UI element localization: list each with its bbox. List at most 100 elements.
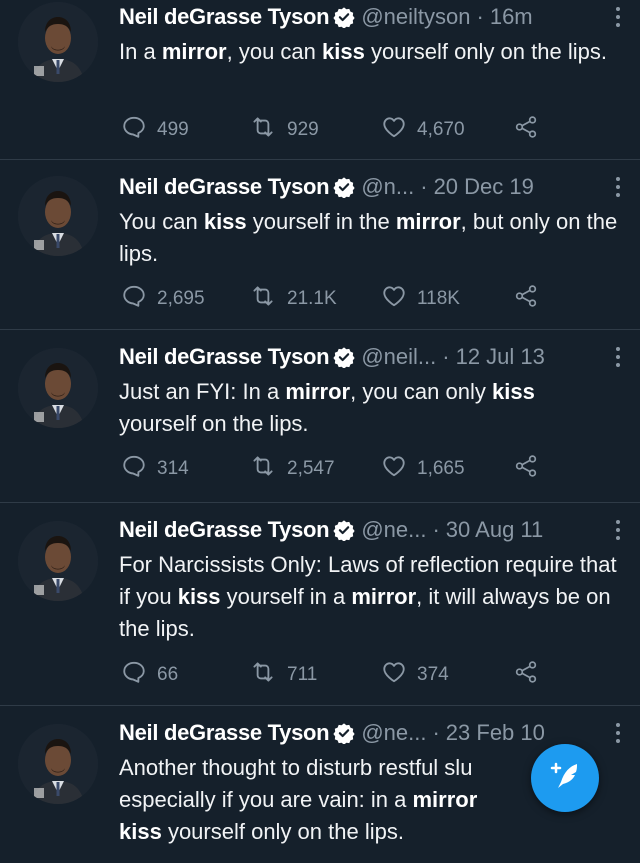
- verified-badge-icon: [333, 519, 355, 541]
- verified-badge-icon: [333, 722, 355, 744]
- tweet-timestamp[interactable]: 30 Aug 11: [446, 517, 543, 543]
- more-vertical-icon[interactable]: [608, 4, 628, 30]
- tweet[interactable]: Neil deGrasse Tyson @ne... · 30 Aug 11 F…: [0, 503, 640, 706]
- tweet-text-run: In a: [119, 39, 162, 64]
- like-button[interactable]: 1,665: [381, 453, 465, 485]
- avatar[interactable]: [18, 348, 98, 428]
- tweet-text-bold: mirror: [395, 209, 461, 234]
- avatar[interactable]: [18, 724, 98, 804]
- author-name[interactable]: Neil deGrasse Tyson: [119, 4, 330, 30]
- more-vertical-icon[interactable]: [608, 720, 628, 746]
- reply-button[interactable]: 499: [121, 114, 189, 146]
- author-handle[interactable]: @ne...: [361, 517, 426, 543]
- compose-tweet-button[interactable]: [531, 744, 599, 812]
- reply-icon: [121, 114, 157, 146]
- avatar[interactable]: [18, 176, 98, 256]
- tweet[interactable]: Neil deGrasse Tyson @neil... · 12 Jul 13…: [0, 330, 640, 503]
- share-button[interactable]: [512, 114, 550, 146]
- separator-dot: ·: [420, 174, 428, 199]
- author-name[interactable]: Neil deGrasse Tyson: [119, 720, 330, 746]
- author-handle[interactable]: @ne...: [361, 720, 426, 746]
- retweet-icon: [249, 283, 287, 315]
- retweet-button[interactable]: 2,547: [249, 453, 335, 485]
- like-count: 1,665: [417, 458, 465, 479]
- retweet-count: 711: [287, 664, 318, 685]
- verified-badge-icon: [333, 6, 355, 28]
- tweet[interactable]: Neil deGrasse Tyson @n... · 20 Dec 19 Yo…: [0, 160, 640, 330]
- author-name[interactable]: Neil deGrasse Tyson: [119, 344, 330, 370]
- heart-icon: [381, 453, 417, 485]
- share-icon: [512, 659, 550, 691]
- share-button[interactable]: [512, 659, 550, 691]
- author-handle[interactable]: @n...: [361, 174, 414, 200]
- tweet-text-run: yourself on the lips.: [119, 411, 309, 436]
- avatar[interactable]: [18, 2, 98, 82]
- retweet-count: 929: [287, 119, 319, 140]
- tweet-text-bold: mirror: [412, 787, 478, 812]
- tweet-text-bold: mirror: [285, 379, 351, 404]
- tweet[interactable]: Neil deGrasse Tyson @neiltyson · 16m In …: [0, 0, 640, 160]
- tweet-text: Just an FYI: In a mirror, you can only k…: [119, 376, 599, 440]
- reply-icon: [121, 453, 157, 485]
- reply-count: 314: [157, 458, 189, 479]
- reply-button[interactable]: 2,695: [121, 283, 205, 315]
- share-icon: [512, 283, 550, 315]
- more-vertical-icon[interactable]: [608, 174, 628, 200]
- more-vertical-icon[interactable]: [608, 517, 628, 543]
- heart-icon: [381, 114, 417, 146]
- retweet-icon: [249, 453, 287, 485]
- verified-badge-icon: [333, 176, 355, 198]
- separator-dot: ·: [432, 720, 440, 745]
- retweet-button[interactable]: 21.1K: [249, 283, 337, 315]
- author-name[interactable]: Neil deGrasse Tyson: [119, 517, 330, 543]
- tweet-text-run: especially if you are vain: in a: [119, 787, 413, 812]
- like-button[interactable]: 4,670: [381, 114, 465, 146]
- retweet-button[interactable]: 711: [249, 659, 317, 691]
- reply-icon: [121, 283, 157, 315]
- author-name[interactable]: Neil deGrasse Tyson: [119, 174, 330, 200]
- share-icon: [512, 114, 550, 146]
- separator-dot: ·: [442, 344, 450, 369]
- tweet-text-bold: kiss: [203, 209, 247, 234]
- tweet-header: Neil deGrasse Tyson @n... · 20 Dec 19: [119, 170, 628, 204]
- tweet-text-bold: mirror: [351, 584, 417, 609]
- like-count: 4,670: [417, 119, 465, 140]
- tweet-header: Neil deGrasse Tyson @neil... · 12 Jul 13: [119, 340, 628, 374]
- compose-tweet-icon: [547, 758, 583, 799]
- separator-dot: ·: [476, 4, 484, 29]
- tweet-text-run: Just an FYI: In a: [119, 379, 286, 404]
- retweet-icon: [249, 659, 287, 691]
- author-handle[interactable]: @neil...: [361, 344, 436, 370]
- tweet-timestamp[interactable]: 23 Feb 10: [446, 720, 545, 746]
- tweet-timestamp[interactable]: 12 Jul 13: [456, 344, 545, 370]
- like-count: 374: [417, 664, 449, 685]
- like-count: 118K: [417, 288, 460, 309]
- tweet-text-bold: kiss: [119, 819, 162, 844]
- tweet-text: You can kiss yourself in the mirror, but…: [119, 206, 619, 270]
- reply-button[interactable]: 66: [121, 659, 178, 691]
- tweet-text-run: , you can only: [350, 379, 492, 404]
- retweet-count: 21.1K: [287, 288, 337, 309]
- tweet-header: Neil deGrasse Tyson @neiltyson · 16m: [119, 0, 628, 34]
- tweet-text-run: yourself only on the lips.: [364, 39, 607, 64]
- heart-icon: [381, 659, 417, 691]
- tweet-text: For Narcissists Only: Laws of reflection…: [119, 549, 624, 645]
- tweet-text-run: yourself in a: [220, 584, 352, 609]
- retweet-button[interactable]: 929: [249, 114, 319, 146]
- tweet-text-bold: kiss: [177, 584, 221, 609]
- share-button[interactable]: [512, 453, 550, 485]
- tweet-text-bold: kiss: [491, 379, 535, 404]
- reply-button[interactable]: 314: [121, 453, 189, 485]
- share-button[interactable]: [512, 283, 550, 315]
- retweet-icon: [249, 114, 287, 146]
- tweet-text-run: yourself in the: [246, 209, 396, 234]
- author-handle[interactable]: @neiltyson: [361, 4, 470, 30]
- like-button[interactable]: 118K: [381, 283, 460, 315]
- avatar[interactable]: [18, 521, 98, 601]
- like-button[interactable]: 374: [381, 659, 449, 691]
- reply-count: 2,695: [157, 288, 205, 309]
- tweet-timestamp[interactable]: 20 Dec 19: [434, 174, 534, 200]
- tweet-text: In a mirror, you can kiss yourself only …: [119, 36, 624, 68]
- tweet-timestamp[interactable]: 16m: [490, 4, 533, 30]
- more-vertical-icon[interactable]: [608, 344, 628, 370]
